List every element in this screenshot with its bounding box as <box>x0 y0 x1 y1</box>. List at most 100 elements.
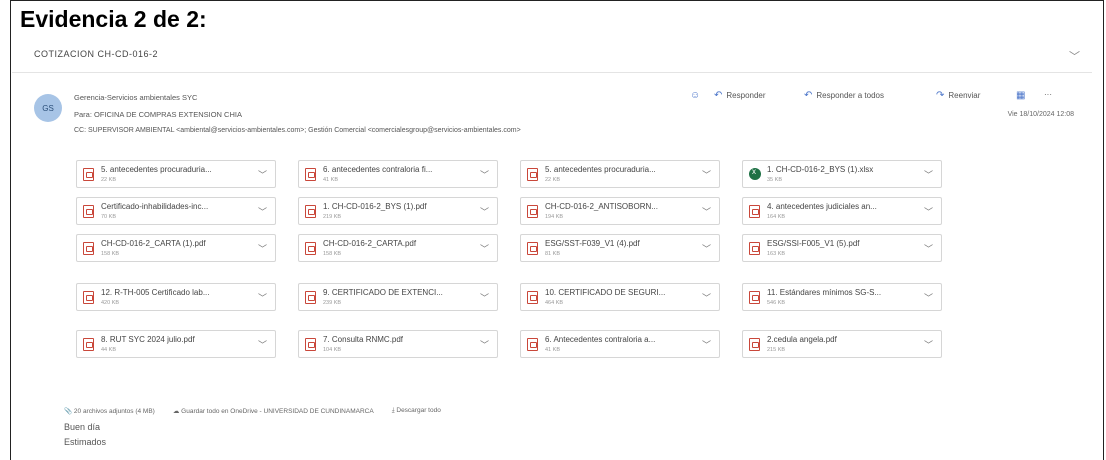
save-onedrive-button[interactable]: ☁ Guardar todo en OneDrive - UNIVERSIDAD… <box>173 407 374 415</box>
attachment-size: 22 KB <box>101 177 116 183</box>
pdf-file-icon <box>83 242 94 255</box>
chevron-down-icon[interactable]: ﹀ <box>480 242 489 255</box>
chevron-down-icon[interactable]: ﹀ <box>702 338 711 351</box>
reply-button[interactable]: ↶ Responder <box>714 90 766 101</box>
avatar[interactable]: GS <box>34 94 62 122</box>
attachment-name: CH-CD-016-2_CARTA (1).pdf <box>101 239 206 248</box>
grid-view-button[interactable]: ▦ <box>1016 90 1025 101</box>
attachment-count-label: 20 archivos adjuntos (4 MB) <box>73 408 155 415</box>
attachment-item[interactable]: 6. Antecedentes contraloria a... 41 KB ﹀ <box>520 330 720 358</box>
attachment-count: 📎 20 archivos adjuntos (4 MB) <box>64 408 155 415</box>
sender-name[interactable]: Gerencia-Servicios ambientales SYC <box>74 93 197 102</box>
pdf-file-icon <box>527 338 538 351</box>
excel-file-icon <box>749 167 761 180</box>
attachment-size: 70 KB <box>101 214 116 220</box>
chevron-down-icon[interactable]: ﹀ <box>258 205 267 218</box>
attachment-item[interactable]: 6. antecedentes contraloria fi... 41 KB ﹀ <box>298 160 498 188</box>
attachment-size: 41 KB <box>545 347 560 353</box>
attachment-item[interactable]: 11. Estándares mínimos SG-S... 546 KB ﹀ <box>742 283 942 311</box>
chevron-down-icon[interactable]: ﹀ <box>702 242 711 255</box>
attachment-size: 164 KB <box>767 214 786 220</box>
attachment-name: 11. Estándares mínimos SG-S... <box>767 288 882 297</box>
attachment-size: 194 KB <box>545 214 564 220</box>
attachment-size: 215 KB <box>767 347 786 353</box>
chevron-down-icon[interactable]: ﹀ <box>258 338 267 351</box>
chevron-down-icon[interactable]: ﹀ <box>480 291 489 304</box>
attachment-size: 158 KB <box>323 251 342 257</box>
chevron-down-icon[interactable]: ﹀ <box>702 291 711 304</box>
attachment-item[interactable]: 8. RUT SYC 2024 julio.pdf 44 KB ﹀ <box>76 330 276 358</box>
more-options-button[interactable]: ··· <box>1044 90 1052 99</box>
attachment-name: ESG/SST-F039_V1 (4).pdf <box>545 239 640 248</box>
attachment-item[interactable]: CH-CD-016-2_CARTA.pdf 158 KB ﹀ <box>298 234 498 262</box>
attachment-name: 2.cedula angela.pdf <box>767 335 837 344</box>
chevron-down-icon[interactable]: ﹀ <box>258 291 267 304</box>
attachment-item[interactable]: 7. Consulta RNMC.pdf 104 KB ﹀ <box>298 330 498 358</box>
reply-icon: ↶ <box>714 90 723 101</box>
attachment-name: 4. antecedentes judiciales an... <box>767 202 877 211</box>
attachment-name: 6. antecedentes contraloria fi... <box>323 165 433 174</box>
chevron-down-icon[interactable]: ﹀ <box>1069 48 1080 64</box>
body-salutation: Estimados <box>64 437 107 447</box>
attachment-item[interactable]: CH-CD-016-2_CARTA (1).pdf 158 KB ﹀ <box>76 234 276 262</box>
attachment-item[interactable]: 2.cedula angela.pdf 215 KB ﹀ <box>742 330 942 358</box>
attachment-item[interactable]: 1. CH-CD-016-2_BYS (1).xlsx 35 KB ﹀ <box>742 160 942 188</box>
chevron-down-icon[interactable]: ﹀ <box>924 291 933 304</box>
attachment-item[interactable]: 9. CERTIFICADO DE EXTENCI... 239 KB ﹀ <box>298 283 498 311</box>
chevron-down-icon[interactable]: ﹀ <box>480 338 489 351</box>
attachment-item[interactable]: 12. R-TH-005 Certificado lab... 420 KB ﹀ <box>76 283 276 311</box>
emoji-button[interactable]: ☺ <box>690 90 700 101</box>
attachment-size: 158 KB <box>101 251 120 257</box>
attachment-size: 219 KB <box>323 214 342 220</box>
body-greeting: Buen día <box>64 422 101 432</box>
chevron-down-icon[interactable]: ﹀ <box>924 338 933 351</box>
save-onedrive-label: Guardar todo en OneDrive - UNIVERSIDAD D… <box>181 408 374 415</box>
subject-bar[interactable]: COTIZACION CH-CD-016-2 ﹀ <box>12 40 1092 73</box>
chevron-down-icon[interactable]: ﹀ <box>480 205 489 218</box>
reply-all-label: Responder a todos <box>816 91 884 100</box>
reply-label: Responder <box>726 91 766 100</box>
chevron-down-icon[interactable]: ﹀ <box>924 205 933 218</box>
forward-button[interactable]: ↷ Reenviar <box>936 90 980 101</box>
attachment-item[interactable]: 1. CH-CD-016-2_BYS (1).pdf 219 KB ﹀ <box>298 197 498 225</box>
chevron-down-icon[interactable]: ﹀ <box>924 168 933 181</box>
pdf-file-icon <box>305 291 316 304</box>
attachment-name: 10. CERTIFICADO DE SEGURI... <box>545 288 666 297</box>
chevron-down-icon[interactable]: ﹀ <box>258 168 267 181</box>
attachment-item[interactable]: Certificado-inhabilidades-inc... 70 KB ﹀ <box>76 197 276 225</box>
reply-all-button[interactable]: ↶ Responder a todos <box>804 90 884 101</box>
chevron-down-icon[interactable]: ﹀ <box>480 168 489 181</box>
pdf-file-icon <box>305 205 316 218</box>
attachment-item[interactable]: 5. antecedentes procuraduria... 22 KB ﹀ <box>520 160 720 188</box>
attachment-size: 464 KB <box>545 300 564 306</box>
page-heading: Evidencia 2 de 2: <box>20 6 207 32</box>
pdf-file-icon <box>749 242 760 255</box>
pdf-file-icon <box>83 205 94 218</box>
attachment-size: 22 KB <box>545 177 560 183</box>
attachment-size: 41 KB <box>323 177 338 183</box>
forward-label: Reenviar <box>948 91 981 100</box>
attachment-name: Certificado-inhabilidades-inc... <box>101 202 209 211</box>
attachment-item[interactable]: 4. antecedentes judiciales an... 164 KB ﹀ <box>742 197 942 225</box>
pdf-file-icon <box>527 291 538 304</box>
chevron-down-icon[interactable]: ﹀ <box>702 205 711 218</box>
attachment-name: ESG/SSI-F005_V1 (5).pdf <box>767 239 860 248</box>
download-all-button[interactable]: ⤓ Descargar todo <box>392 407 441 415</box>
grid-icon: ▦ <box>1016 90 1026 101</box>
attachment-name: 5. antecedentes procuraduria... <box>101 165 212 174</box>
attachment-item[interactable]: 5. antecedentes procuraduria... 22 KB ﹀ <box>76 160 276 188</box>
chevron-down-icon[interactable]: ﹀ <box>924 242 933 255</box>
attachment-size: 239 KB <box>323 300 342 306</box>
recipient-cc: CC: SUPERVISOR AMBIENTAL <ambiental@serv… <box>74 127 521 134</box>
attachment-item[interactable]: CH-CD-016-2_ANTISOBORN... 194 KB ﹀ <box>520 197 720 225</box>
pdf-file-icon <box>527 242 538 255</box>
chevron-down-icon[interactable]: ﹀ <box>258 242 267 255</box>
chevron-down-icon[interactable]: ﹀ <box>702 168 711 181</box>
attachment-item[interactable]: ESG/SST-F039_V1 (4).pdf 81 KB ﹀ <box>520 234 720 262</box>
attachment-size: 546 KB <box>767 300 786 306</box>
pdf-file-icon <box>527 205 538 218</box>
attachment-size: 44 KB <box>101 347 116 353</box>
attachment-item[interactable]: ESG/SSI-F005_V1 (5).pdf 163 KB ﹀ <box>742 234 942 262</box>
attachment-item[interactable]: 10. CERTIFICADO DE SEGURI... 464 KB ﹀ <box>520 283 720 311</box>
attachment-size: 420 KB <box>101 300 120 306</box>
